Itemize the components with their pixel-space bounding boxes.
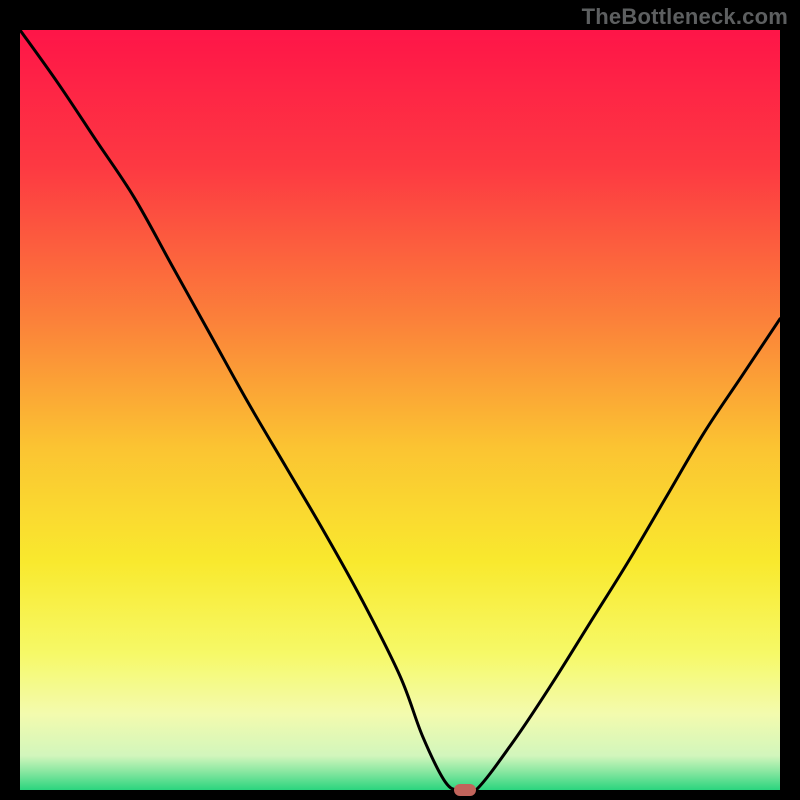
watermark-text: TheBottleneck.com — [582, 4, 788, 30]
chart-frame: TheBottleneck.com — [0, 0, 800, 800]
bottleneck-curve — [20, 30, 780, 790]
plot-area — [20, 30, 780, 790]
optimal-marker — [454, 784, 476, 796]
